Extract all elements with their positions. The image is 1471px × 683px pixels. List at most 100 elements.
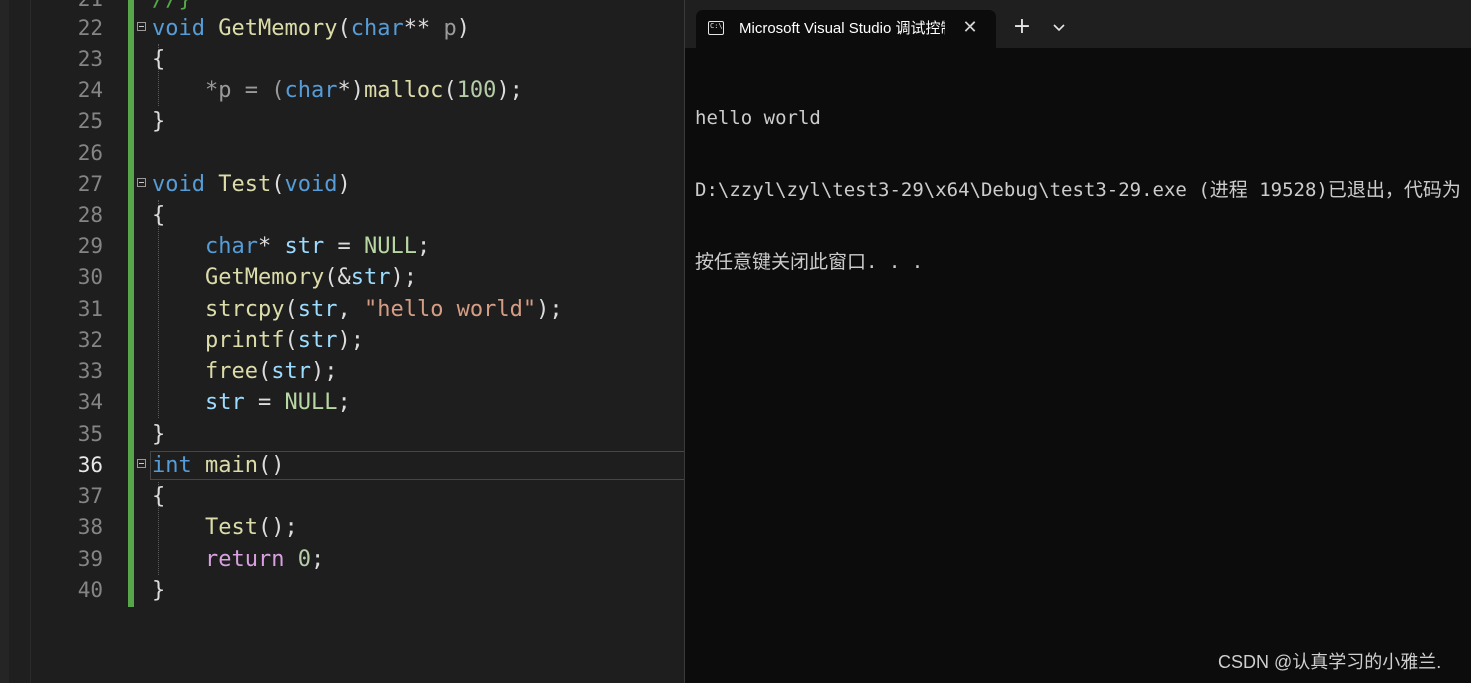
punctuation: ( xyxy=(337,16,351,41)
punctuation: , xyxy=(337,297,364,322)
code-line[interactable]: 27 void Test(void) xyxy=(0,169,684,200)
code-text: strcpy(str, "hello world"); xyxy=(152,294,563,325)
punctuation: = xyxy=(324,234,364,259)
code-line[interactable]: 25 } xyxy=(0,106,684,137)
function-name: Test xyxy=(218,172,272,197)
code-text: { xyxy=(152,203,166,228)
chevron-down-icon[interactable] xyxy=(1049,17,1069,37)
code-line[interactable]: 40 } xyxy=(0,575,684,606)
new-tab-button[interactable]: + xyxy=(1011,16,1033,38)
punctuation: ); xyxy=(536,297,563,322)
line-number: 23 xyxy=(77,47,103,71)
function-name: free xyxy=(204,359,258,384)
function-name: strcpy xyxy=(204,297,285,322)
code-line[interactable]: 22 void GetMemory(char** p) xyxy=(0,13,684,44)
function-name: GetMemory xyxy=(204,265,325,290)
code-line[interactable]: 29 char* str = NULL; xyxy=(0,231,684,262)
punctuation: ; xyxy=(416,234,431,259)
code-line[interactable]: 23 { xyxy=(0,44,684,75)
function-name: GetMemory xyxy=(218,16,338,41)
line-number: 27 xyxy=(77,172,103,196)
code-text: char* str = NULL; xyxy=(152,231,430,262)
punctuation: () xyxy=(257,453,285,478)
punctuation: ); xyxy=(390,265,417,290)
code-line[interactable]: 32 printf(str); xyxy=(0,325,684,356)
console-icon-text: C:\ xyxy=(710,22,723,30)
code-line[interactable]: 30 GetMemory(&str); xyxy=(0,262,684,293)
keyword: void xyxy=(284,172,338,197)
code-line[interactable]: 35 } xyxy=(0,419,684,450)
code-line[interactable]: 38 Test(); xyxy=(0,512,684,543)
punctuation: (& xyxy=(324,265,351,290)
code-line[interactable]: 24 *p = (char*)malloc(100); xyxy=(0,75,684,106)
punctuation: ) xyxy=(337,172,351,197)
punctuation: ( xyxy=(443,78,457,103)
variable: str xyxy=(350,265,391,290)
keyword: return xyxy=(204,547,285,572)
keyword: char xyxy=(350,16,404,41)
function-name: malloc xyxy=(363,78,444,103)
terminal-tab[interactable]: C:\ Microsoft Visual Studio 调试控制台 ✕ xyxy=(696,10,996,48)
expression: *p = ( xyxy=(204,78,285,103)
code-text: } xyxy=(152,109,166,134)
code-text: return 0; xyxy=(152,544,324,575)
line-number: 24 xyxy=(77,78,103,102)
tab-title: Microsoft Visual Studio 调试控制台 xyxy=(739,20,945,37)
keyword: int xyxy=(152,453,192,478)
line-number: 30 xyxy=(77,265,103,289)
code-text: { xyxy=(152,47,166,72)
watermark-text: CSDN @认真学习的小雅兰. xyxy=(1218,652,1442,672)
debug-console-window[interactable]: C:\ Microsoft Visual Studio 调试控制台 ✕ + he… xyxy=(684,0,1471,683)
code-line[interactable]: 34 str = NULL; xyxy=(0,387,684,418)
variable: str xyxy=(284,234,325,259)
code-line[interactable]: 28 { xyxy=(0,200,684,231)
number-literal: 100 xyxy=(456,78,497,103)
punctuation: ( xyxy=(284,328,298,353)
punctuation: ); xyxy=(337,328,364,353)
variable: str xyxy=(271,359,311,384)
macro: NULL xyxy=(284,390,338,415)
code-line[interactable]: 33 free(str); xyxy=(0,356,684,387)
code-line[interactable]: 36 int main() xyxy=(0,450,684,481)
punctuation: ; xyxy=(310,547,325,572)
line-number: 40 xyxy=(77,578,103,602)
console-output[interactable]: hello world D:\zzyl\zyl\test3-29\x64\Deb… xyxy=(695,58,1471,322)
number-literal: 0 xyxy=(297,547,311,572)
code-text: *p = (char*)malloc(100); xyxy=(152,75,523,106)
code-line[interactable]: 26 xyxy=(0,138,684,169)
collapse-toggle-icon[interactable] xyxy=(137,178,146,187)
line-number: 32 xyxy=(77,328,103,352)
variable: str xyxy=(297,297,338,322)
line-number: 34 xyxy=(77,390,103,414)
keyword: void xyxy=(152,16,205,41)
close-icon[interactable]: ✕ xyxy=(958,16,982,40)
function-name: Test xyxy=(204,515,258,540)
code-text: free(str); xyxy=(152,356,337,387)
function-name: printf xyxy=(204,328,285,353)
console-line: D:\zzyl\zyl\test3-29\x64\Debug\test3-29.… xyxy=(695,179,1471,201)
collapse-toggle-icon[interactable] xyxy=(137,22,146,31)
code-text: } xyxy=(152,422,166,447)
line-number: 31 xyxy=(77,297,103,321)
terminal-tab-bar: C:\ Microsoft Visual Studio 调试控制台 ✕ + xyxy=(685,0,1471,48)
punctuation: ( xyxy=(257,359,272,384)
collapse-toggle-icon[interactable] xyxy=(137,459,146,468)
string-literal: "hello world" xyxy=(363,297,537,322)
code-text: GetMemory(&str); xyxy=(152,262,417,293)
macro: NULL xyxy=(363,234,417,259)
code-line[interactable]: 39 return 0; xyxy=(0,544,684,575)
variable: str xyxy=(204,390,245,415)
code-editor[interactable]: 21 //} 22 void GetMemory(char** p) 23 { … xyxy=(0,0,684,683)
code-line[interactable]: 37 { xyxy=(0,481,684,512)
punctuation: ); xyxy=(496,78,523,103)
code-line[interactable]: 31 strcpy(str, "hello world"); xyxy=(0,294,684,325)
punctuation: ** xyxy=(403,16,431,41)
console-icon: C:\ xyxy=(708,21,724,35)
line-number: 22 xyxy=(77,16,103,40)
punctuation: * xyxy=(257,234,285,259)
punctuation: ( xyxy=(271,172,285,197)
keyword: char xyxy=(204,234,258,259)
line-number: 25 xyxy=(77,109,103,133)
punctuation: ( xyxy=(284,297,298,322)
code-text: Test(); xyxy=(152,512,298,543)
